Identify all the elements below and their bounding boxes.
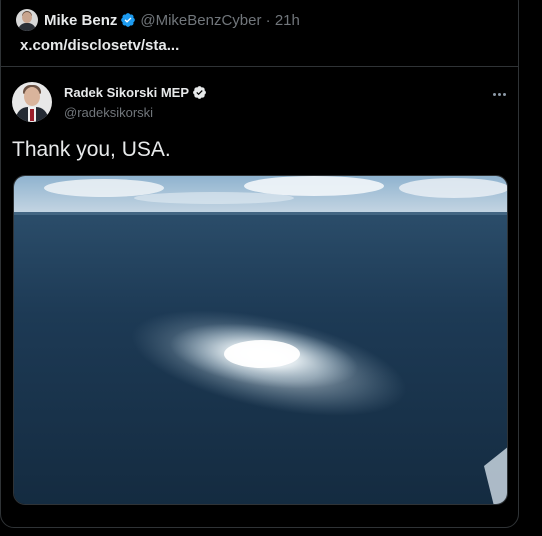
more-options-icon[interactable] bbox=[486, 85, 512, 103]
quoted-author-handle[interactable]: @radeksikorski bbox=[64, 105, 153, 120]
timestamp: 21h bbox=[274, 11, 300, 29]
avatar[interactable] bbox=[12, 82, 52, 122]
ocean-gas-leak-photo bbox=[14, 176, 507, 504]
verified-badge-icon bbox=[121, 13, 136, 27]
quoted-author-name[interactable]: Radek Sikorski MEP bbox=[64, 85, 189, 100]
outer-tweet-header: Mike Benz @MikeBenzCyber · 21h bbox=[16, 7, 300, 33]
tweet-link[interactable]: x.com/disclosetv/sta... bbox=[20, 37, 179, 54]
quoted-tweet-text: Thank you, USA. bbox=[12, 138, 171, 161]
tweet-photo[interactable] bbox=[13, 175, 508, 505]
author-name[interactable]: Mike Benz bbox=[44, 12, 117, 29]
author-handle[interactable]: @MikeBenzCyber · 21h bbox=[140, 12, 299, 29]
verified-badge-icon bbox=[193, 86, 206, 99]
quoted-tweet-card[interactable]: Radek Sikorski MEP @radeksikorski Thank … bbox=[0, 66, 519, 536]
avatar[interactable] bbox=[16, 9, 38, 31]
quoted-tweet-header: Radek Sikorski MEP @radeksikorski bbox=[12, 82, 512, 124]
